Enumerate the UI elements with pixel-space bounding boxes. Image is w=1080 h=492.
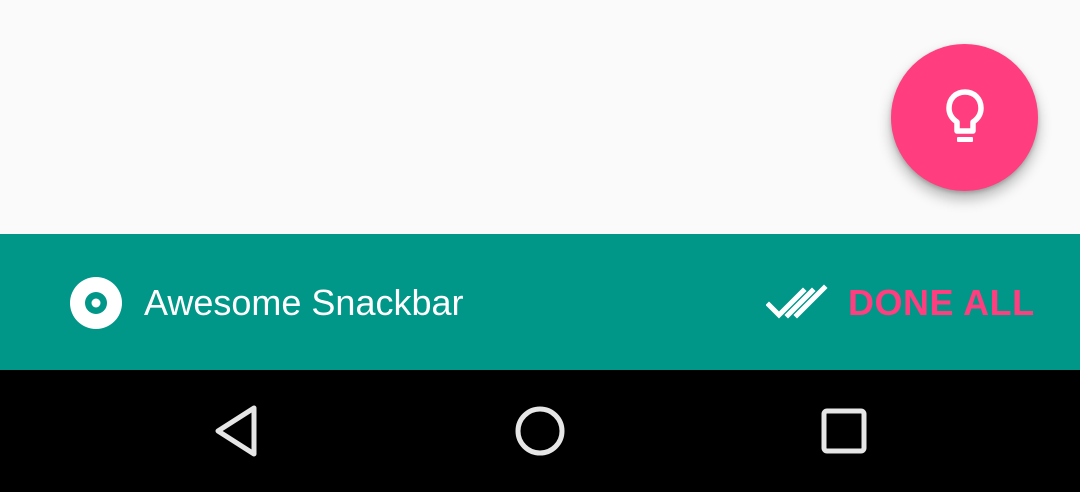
done-all-button[interactable]: DONE ALL	[766, 276, 1035, 330]
done-all-label: DONE ALL	[848, 282, 1035, 323]
recents-button[interactable]	[809, 396, 879, 466]
home-circle-icon	[515, 406, 565, 456]
app-screen: Awesome Snackbar DONE ALL	[0, 0, 1080, 492]
recents-square-icon	[821, 408, 867, 454]
done-all-icon	[766, 284, 828, 319]
home-button[interactable]	[505, 396, 575, 466]
lightbulb-icon	[945, 88, 984, 142]
snackbar-message: Awesome Snackbar	[144, 282, 464, 323]
back-button[interactable]	[201, 396, 271, 466]
floating-action-button[interactable]	[891, 44, 1038, 191]
back-triangle-icon	[215, 405, 257, 457]
disc-icon	[70, 277, 122, 329]
